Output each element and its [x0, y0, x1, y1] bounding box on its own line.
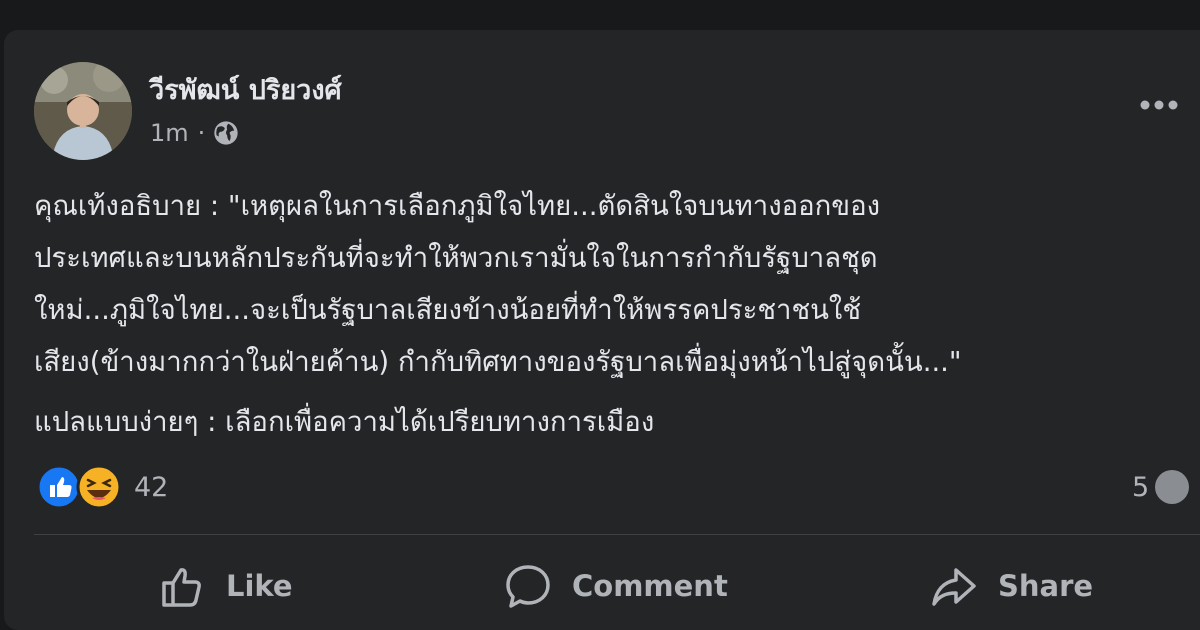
comment-button[interactable]: Comment [502, 560, 728, 612]
post-paragraph: แปลแบบง่ายๆ : เลือกเพื่อความได้เปรียบทาง… [34, 396, 962, 448]
comment-label: Comment [572, 569, 728, 603]
post-body: คุณเท้งอธิบาย : "เหตุผลในการเลือกภูมิใจไ… [34, 180, 962, 448]
comment-count-value: 5 [1132, 471, 1150, 503]
post-text-line: ใหม่...ภูมิใจไทย...จะเป็นรัฐบาลเสียงข้าง… [34, 294, 862, 326]
avatar-photo [34, 62, 132, 160]
author-avatar[interactable] [34, 62, 132, 160]
globe-icon[interactable] [212, 119, 240, 147]
more-options-button[interactable] [1137, 93, 1181, 117]
comment-bubble-outline-icon [506, 565, 550, 608]
post-text-line: เสียง(ข้างมากกว่าในฝ่ายค้าน) กำกับทิศทาง… [34, 346, 962, 378]
post-text-line: คุณเท้งอธิบาย : "เหตุผลในการเลือกภูมิใจไ… [34, 190, 881, 222]
share-button[interactable]: Share [928, 560, 1093, 612]
post-meta: 1m · [150, 119, 240, 147]
post-card: วีรพัฒน์ ปริยวงศ์ 1m · คุณเท้งอธิบาย : "… [4, 30, 1200, 630]
reaction-count: 42 [134, 471, 169, 503]
actions-divider [34, 534, 1200, 535]
post-timestamp[interactable]: 1m [150, 119, 189, 147]
share-label: Share [998, 569, 1094, 603]
comment-count[interactable]: 5 [1132, 470, 1190, 504]
meta-separator: · [197, 119, 206, 147]
like-label: Like [226, 569, 293, 603]
comment-bubble-icon [1155, 470, 1190, 504]
like-button[interactable]: Like [156, 560, 293, 612]
haha-reaction-icon [76, 464, 122, 510]
post-text-line: แปลแบบง่ายๆ : เลือกเพื่อความได้เปรียบทาง… [34, 406, 655, 438]
share-arrow-icon [932, 568, 976, 606]
ellipsis-icon [1140, 100, 1178, 110]
reactions-summary[interactable]: 42 [36, 464, 168, 510]
author-name[interactable]: วีรพัฒน์ ปริยวงศ์ [149, 68, 342, 111]
post-text-line: ประเทศและบนหลักประกันที่จะทำให้พวกเรามั่… [34, 242, 878, 274]
post-paragraph: คุณเท้งอธิบาย : "เหตุผลในการเลือกภูมิใจไ… [34, 180, 962, 388]
thumbs-up-icon [162, 568, 201, 607]
